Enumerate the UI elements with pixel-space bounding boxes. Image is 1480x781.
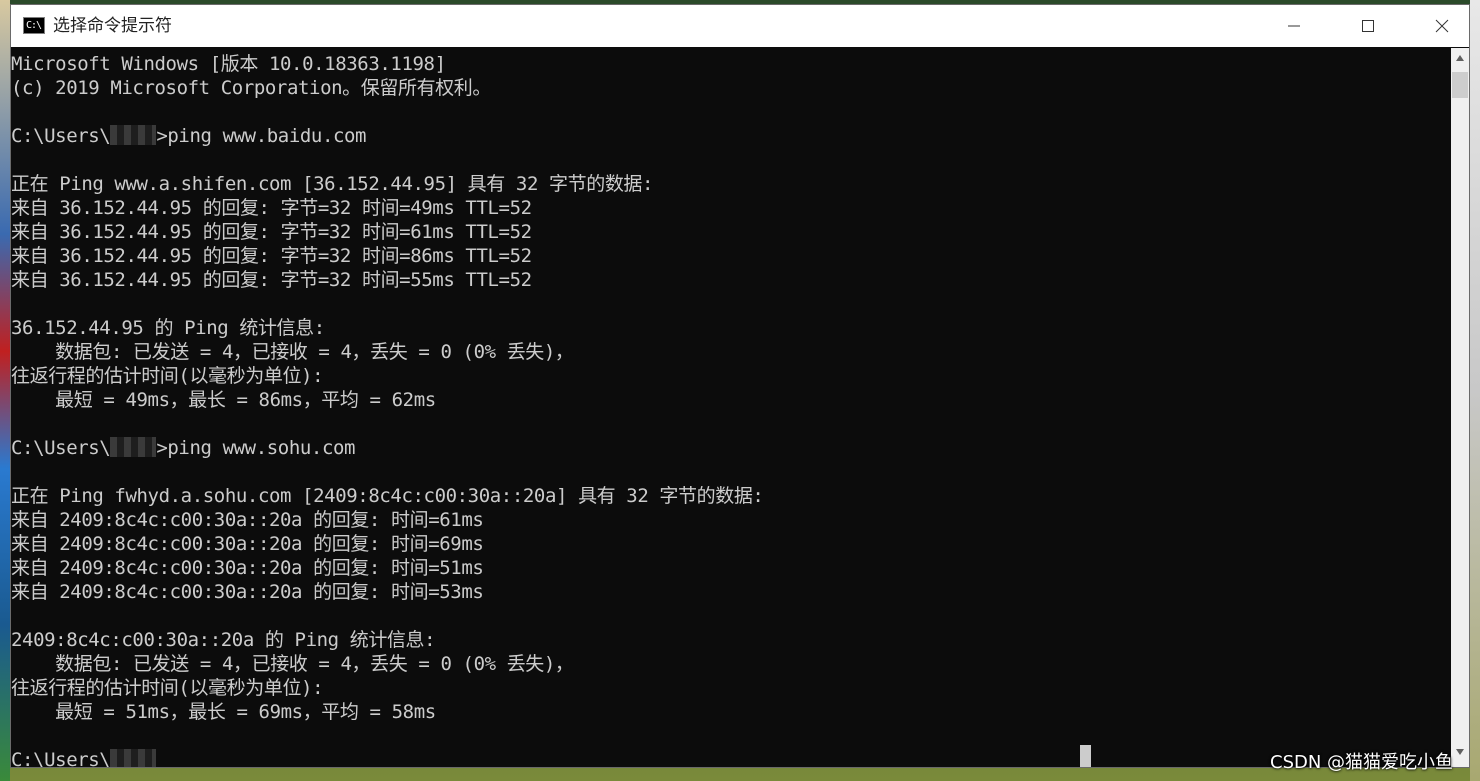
prompt-path: C:\Users\ xyxy=(11,437,111,459)
console-line: 正在 Ping fwhyd.a.sohu.com [2409:8c4c:c00:… xyxy=(11,485,764,507)
redacted-username xyxy=(110,749,157,767)
console-line: 来自 36.152.44.95 的回复: 字节=32 时间=55ms TTL=5… xyxy=(11,269,532,291)
prompt-line: C:\Users\ >ping www.sohu.com xyxy=(11,436,1451,460)
console-line: 来自 36.152.44.95 的回复: 字节=32 时间=86ms TTL=5… xyxy=(11,245,532,267)
scroll-down-arrow-icon[interactable] xyxy=(1455,748,1465,756)
csdn-watermark: CSDN @猫猫爱吃小鱼 xyxy=(1270,752,1454,773)
minimize-button[interactable] xyxy=(1259,5,1329,47)
console-line: (c) 2019 Microsoft Corporation。保留所有权利。 xyxy=(11,77,491,99)
cmd-app-icon[interactable]: C:\ xyxy=(23,17,45,34)
maximize-icon xyxy=(1362,20,1374,32)
console-line: 来自 36.152.44.95 的回复: 字节=32 时间=61ms TTL=5… xyxy=(11,221,532,243)
redacted-username xyxy=(110,437,157,457)
close-icon xyxy=(1435,19,1449,33)
prompt-line: C:\Users\ xyxy=(11,748,1451,767)
console-line: 最短 = 49ms，最长 = 86ms，平均 = 62ms xyxy=(11,389,436,411)
maximize-button[interactable] xyxy=(1333,5,1403,47)
prompt-line: C:\Users\ >ping www.baidu.com xyxy=(11,124,1451,148)
console-line: 数据包: 已发送 = 4，已接收 = 4，丢失 = 0 (0% 丢失)， xyxy=(11,653,574,675)
console-line: 来自 2409:8c4c:c00:30a::20a 的回复: 时间=53ms xyxy=(11,581,484,603)
scroll-up-arrow-icon[interactable] xyxy=(1455,54,1465,62)
window-title: 选择命令提示符 xyxy=(53,16,172,36)
console-output[interactable]: Microsoft Windows [版本 10.0.18363.1198] (c… xyxy=(11,48,1451,767)
console-line: Microsoft Windows [版本 10.0.18363.1198] xyxy=(11,53,446,75)
console-line: 最短 = 51ms，最长 = 69ms，平均 = 58ms xyxy=(11,701,436,723)
console-line: 来自 36.152.44.95 的回复: 字节=32 时间=49ms TTL=5… xyxy=(11,197,532,219)
console-line: 往返行程的估计时间(以毫秒为单位): xyxy=(11,677,324,699)
console-line: 2409:8c4c:c00:30a::20a 的 Ping 统计信息: xyxy=(11,629,436,651)
console-line: 来自 2409:8c4c:c00:30a::20a 的回复: 时间=69ms xyxy=(11,533,484,555)
console-line: 来自 2409:8c4c:c00:30a::20a 的回复: 时间=61ms xyxy=(11,509,484,531)
vertical-scrollbar[interactable] xyxy=(1451,48,1469,767)
scroll-thumb[interactable] xyxy=(1452,72,1468,98)
console-line: 36.152.44.95 的 Ping 统计信息: xyxy=(11,317,325,339)
title-bar[interactable]: C:\ 选择命令提示符 xyxy=(11,5,1469,47)
command-prompt-window[interactable]: C:\ 选择命令提示符 Microsoft Windows [版本 10.0.1… xyxy=(10,4,1470,768)
console-line: 数据包: 已发送 = 4，已接收 = 4，丢失 = 0 (0% 丢失)， xyxy=(11,341,574,363)
prompt-path: C:\Users\ xyxy=(11,749,111,767)
desktop-icons-strip-right xyxy=(1470,0,1480,781)
minimize-icon xyxy=(1288,25,1300,27)
console-line: 往返行程的估计时间(以毫秒为单位): xyxy=(11,365,324,387)
console-lines: Microsoft Windows [版本 10.0.18363.1198] (c… xyxy=(11,48,1451,767)
prompt-path: C:\Users\ xyxy=(11,125,111,147)
console-line: 正在 Ping www.a.shifen.com [36.152.44.95] … xyxy=(11,173,654,195)
text-cursor xyxy=(1080,745,1091,767)
redacted-username xyxy=(110,125,157,145)
desktop-icons-strip-left xyxy=(0,0,10,781)
close-button[interactable] xyxy=(1407,5,1477,47)
prompt-command: >ping www.sohu.com xyxy=(156,437,356,459)
prompt-command: >ping www.baidu.com xyxy=(156,125,367,147)
cmd-icon-glyph: C:\ xyxy=(26,20,42,31)
console-line: 来自 2409:8c4c:c00:30a::20a 的回复: 时间=51ms xyxy=(11,557,484,579)
